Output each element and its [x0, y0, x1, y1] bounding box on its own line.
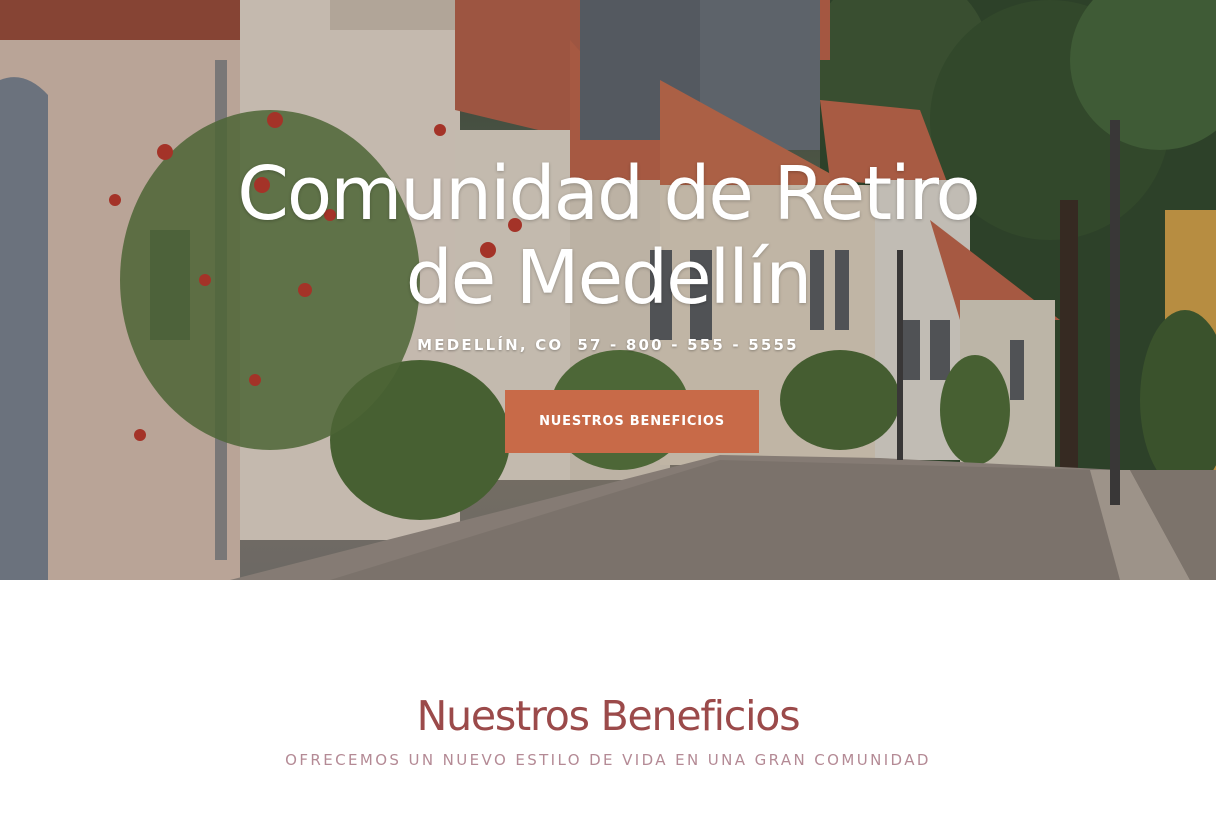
- hero-title: Comunidad de Retiro de Medellín: [0, 152, 1216, 320]
- benefits-title: Nuestros Beneficios: [416, 692, 801, 740]
- benefits-subtitle: OFRECEMOS UN NUEVO ESTILO DE VIDA EN UNA…: [285, 751, 931, 769]
- hero-title-line1: Comunidad de Retiro: [237, 151, 980, 237]
- hero-title-line2: de Medellín: [405, 235, 812, 321]
- benefits-cta-button[interactable]: NUESTROS BENEFICIOS: [505, 390, 759, 453]
- location-text: MEDELLÍN, CO: [417, 336, 564, 354]
- hero-section: Comunidad de Retiro de Medellín MEDELLÍN…: [0, 0, 1216, 580]
- phone-link[interactable]: 57 - 800 - 555 - 5555: [577, 336, 798, 354]
- section-divider-notch: [0, 580, 1216, 609]
- hero-contact-line: MEDELLÍN, CO 57 - 800 - 555 - 5555: [0, 336, 1216, 354]
